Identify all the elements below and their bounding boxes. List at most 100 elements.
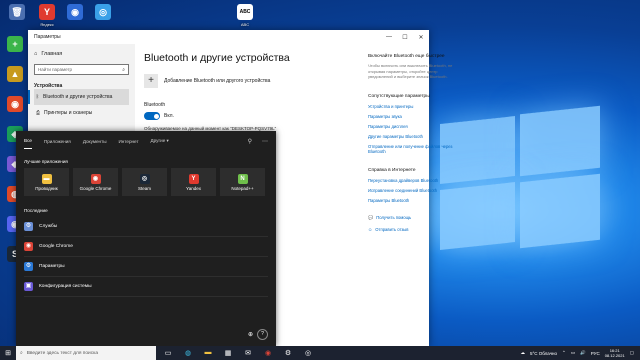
quick-title: Включайте Bluetooth еще быстрее: [368, 54, 445, 59]
settings-search-input[interactable]: Найти параметр ⌕: [34, 64, 129, 75]
get-help-link[interactable]: 💬 Получить помощь: [368, 215, 456, 221]
maximize-icon[interactable]: ☐: [397, 34, 413, 41]
add-device-button[interactable]: + Добавление Bluetooth или другого устро…: [144, 74, 334, 88]
bluetooth-icon: ᛒ: [36, 94, 40, 100]
chat-icon: 💬: [368, 214, 374, 220]
sidebar-item-printers[interactable]: ⎙ Принтеры и сканеры: [34, 105, 129, 121]
tab-more[interactable]: Другие ▾: [151, 138, 169, 149]
related-link[interactable]: Параметры звука: [368, 114, 456, 119]
recent-item[interactable]: ▣ Конфигурация системы: [24, 277, 268, 297]
help-link[interactable]: Параметры Bluetooth: [368, 198, 456, 203]
best-app-tile[interactable]: ◎ Steam: [122, 168, 167, 196]
desktop-icon-image: +: [7, 36, 23, 52]
app-icon: N: [237, 173, 248, 184]
app-icon: Y: [188, 173, 199, 184]
tab-apps[interactable]: Приложения: [44, 139, 71, 149]
sidebar-home[interactable]: ⌂ Главная: [34, 48, 129, 60]
app-icon: ▬: [41, 173, 52, 184]
settings-icon[interactable]: ⚙: [282, 349, 294, 357]
weather-icon[interactable]: ☁: [520, 350, 525, 356]
bluetooth-label: Bluetooth: [144, 102, 166, 108]
app-label: Yandex: [186, 185, 201, 191]
related-link[interactable]: Отправление или получение файлов через B…: [368, 144, 456, 154]
best-app-tile[interactable]: Y Yandex: [171, 168, 216, 196]
desktop-icon[interactable]: ▲: [2, 66, 28, 82]
desktop-icon[interactable]: ABC ABC: [232, 4, 258, 27]
help-link[interactable]: Исправление соединений Bluetooth: [368, 188, 456, 193]
edge-icon[interactable]: ◍: [182, 349, 194, 357]
app-label: Google Chrome: [79, 185, 112, 191]
volume-icon[interactable]: 🔊: [580, 350, 586, 356]
feedback-icon[interactable]: ⚲: [248, 138, 252, 145]
app-label: Проводник: [35, 185, 58, 191]
feedback-link[interactable]: ☺ Отправить отзыв: [368, 227, 456, 232]
screenshot-icon[interactable]: ⊕: [248, 331, 253, 338]
search-tabs: Все Приложения Документы Интернет Другие…: [16, 131, 276, 149]
chevron-up-icon[interactable]: ⌃: [562, 350, 566, 356]
recent-title: Последние: [24, 208, 48, 213]
related-link[interactable]: Устройства и принтеры: [368, 104, 456, 109]
desktop-icon-image: Y: [39, 4, 55, 20]
desktop-icon[interactable]: 🗑: [4, 4, 30, 20]
app-label: Steam: [137, 185, 151, 191]
help-icon[interactable]: ?: [257, 329, 268, 340]
best-app-tile[interactable]: ◉ Google Chrome: [73, 168, 118, 196]
best-apps-list: ▬ Проводник ◉ Google Chrome ◎ Steam Y Yandex N No…: [16, 168, 276, 196]
best-app-tile[interactable]: N Notepad++: [220, 168, 265, 196]
tab-documents[interactable]: Документы: [83, 139, 107, 149]
recent-item[interactable]: ⚙ Параметры: [24, 257, 268, 277]
taskbar-search-input[interactable]: ⌕ Введите здесь текст для поиска: [16, 346, 156, 360]
plus-icon: +: [144, 74, 158, 88]
desktop-icon[interactable]: ◉: [62, 4, 88, 20]
mail-icon[interactable]: ✉: [242, 349, 254, 357]
recent-item-icon: ⚙: [24, 222, 33, 231]
app-icon: ◉: [90, 173, 101, 184]
start-search-panel: Все Приложения Документы Интернет Другие…: [16, 131, 276, 346]
search-icon: ⌕: [20, 351, 23, 356]
desktop-icon[interactable]: ◉: [2, 96, 28, 112]
store-icon[interactable]: ▦: [222, 349, 234, 357]
steam-icon[interactable]: ◎: [302, 349, 314, 357]
wallpaper-logo: [440, 105, 600, 260]
related-link[interactable]: Параметры дисплея: [368, 124, 456, 129]
feedback-icon: ☺: [368, 226, 373, 232]
bluetooth-toggle[interactable]: [144, 112, 160, 120]
recent-item-label: Конфигурация системы: [39, 284, 92, 289]
taskbar: ⊞ ⌕ Введите здесь текст для поиска ▭ ◍ ▬…: [0, 346, 640, 360]
tab-all[interactable]: Все: [24, 138, 32, 149]
recent-item[interactable]: ⚙ Службы: [24, 217, 268, 237]
help-link[interactable]: Переустановка драйверов Bluetooth: [368, 178, 456, 183]
quick-text: Чтобы включить или выключить Bluetooth, …: [368, 63, 453, 79]
recent-item[interactable]: ◉ Google Chrome: [24, 237, 268, 257]
recent-item-label: Службы: [39, 224, 58, 229]
desktop-icon[interactable]: +: [2, 36, 28, 52]
desktop-icon-image: ◉: [7, 96, 23, 112]
more-options-icon[interactable]: ⋯: [262, 138, 268, 145]
file-explorer-icon[interactable]: ▬: [202, 349, 214, 357]
minimize-icon[interactable]: —: [381, 34, 397, 41]
chrome-icon[interactable]: ◉: [262, 349, 274, 357]
related-panel: Включайте Bluetooth еще быстрее Чтобы вк…: [368, 44, 456, 232]
desktop-icon-image: ▲: [7, 66, 23, 82]
task-view-icon[interactable]: ▭: [162, 349, 174, 357]
tab-web[interactable]: Интернет: [119, 139, 139, 149]
desktop-icon-image: ABC: [237, 4, 253, 20]
related-link[interactable]: Другие параметры Bluetooth: [368, 134, 456, 139]
best-app-tile[interactable]: ▬ Проводник: [24, 168, 69, 196]
printer-icon: ⎙: [36, 110, 41, 116]
sidebar-item-bluetooth[interactable]: ᛒ Bluetooth и другие устройства: [34, 89, 129, 105]
system-tray: ☁ 5°C Облачно ⌃ ▭ 🔊 РУС 16:21 08.12.2021…: [520, 348, 640, 358]
clock[interactable]: 16:21 08.12.2021: [605, 348, 625, 358]
desktop-icon[interactable]: Y Яндекс: [34, 4, 60, 27]
best-apps-title: Лучшие приложения: [24, 159, 68, 164]
notification-icon[interactable]: ▢: [630, 350, 634, 356]
related-title: Сопутствующие параметры: [368, 93, 430, 99]
start-button[interactable]: ⊞: [0, 349, 16, 357]
network-icon[interactable]: ▭: [571, 350, 575, 356]
recent-item-icon: ◉: [24, 242, 33, 251]
recent-item-icon: ▣: [24, 282, 33, 291]
language-indicator[interactable]: РУС: [591, 351, 600, 356]
desktop-icon-image: 🗑: [9, 4, 25, 20]
close-icon[interactable]: ✕: [413, 34, 429, 41]
desktop-icon[interactable]: ◎: [90, 4, 116, 20]
